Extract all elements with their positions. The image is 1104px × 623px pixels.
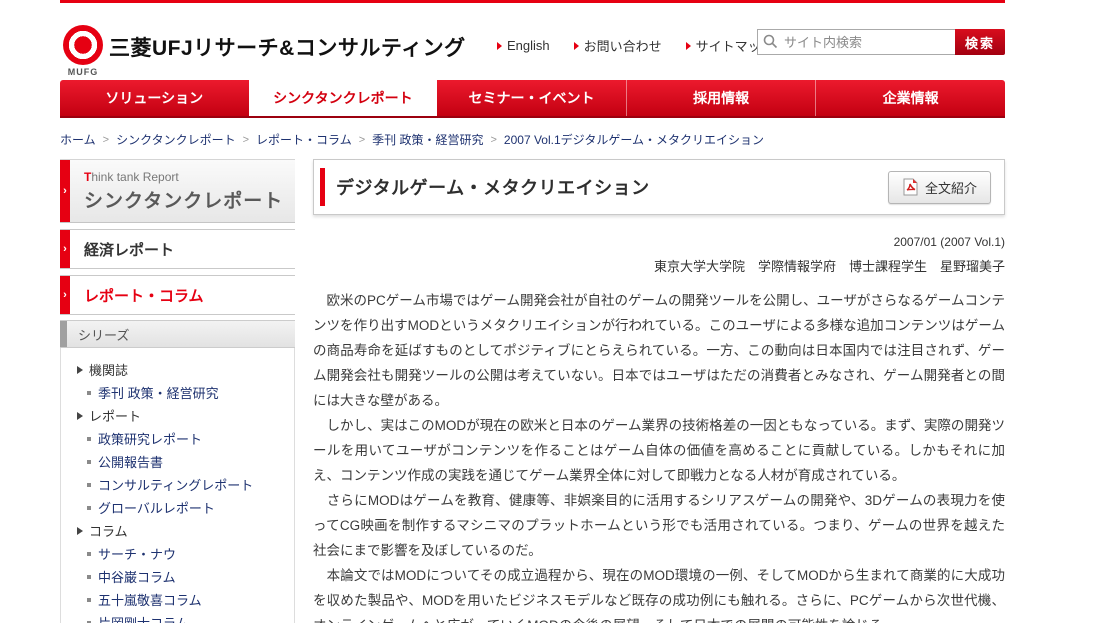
arrow-icon [573, 41, 579, 50]
series-link-label: 政策研究レポート [98, 432, 203, 447]
series-link-label: 季刊 政策・経営研究 [98, 386, 219, 401]
series-heading-bar [60, 321, 67, 347]
breadcrumb-separator: > [102, 133, 110, 146]
bullet-icon [87, 551, 91, 556]
bullet-icon [87, 436, 91, 441]
nav-item-thinktank-report[interactable]: シンクタンクレポート [248, 80, 438, 116]
sidebar-item-label: レポート・コラム [84, 287, 204, 305]
breadcrumb-separator: > [358, 133, 366, 146]
breadcrumb-home[interactable]: ホーム [60, 131, 96, 148]
paragraph: 本論文ではMODについてその成立過程から、現在のMOD環境の一例、そしてMODか… [313, 568, 1005, 623]
series-link-igarashi-column[interactable]: 五十嵐敬喜コラム [61, 588, 294, 611]
article-author: 東京大学大学院 学際情報学府 博士課程学生 星野瑠美子 [653, 259, 1005, 274]
breadcrumb-thinktank[interactable]: シンクタンクレポート [116, 131, 236, 148]
series-link-label: サーチ・ナウ [98, 547, 177, 562]
sidebar-item-label: 経済レポート [84, 241, 175, 259]
sidebar-thinktank-header[interactable]: › Think tank Report シンクタンクレポート [60, 159, 295, 223]
breadcrumb-quarterly[interactable]: 季刊 政策・経営研究 [372, 131, 483, 148]
breadcrumb-separator: > [242, 133, 250, 146]
series-link-label: グローバルレポート [98, 501, 215, 516]
paragraph: 欧米のPCゲーム市場ではゲーム開発会社が自社のゲームの開発ツールを公開し、ユーザ… [313, 293, 1005, 408]
arrow-icon [685, 41, 691, 50]
series-link-label: 片岡剛士コラム [98, 613, 189, 623]
series-link-policy-research[interactable]: 政策研究レポート [61, 427, 294, 450]
series-link-consulting-report[interactable]: コンサルティングレポート [61, 473, 294, 496]
series-link-label: 五十嵐敬喜コラム [98, 593, 202, 608]
sidebar-series-list: 機関誌 季刊 政策・経営研究 レポート 政策研究レポート 公開報告書 コンサルテ… [60, 348, 295, 623]
triangle-icon [77, 526, 83, 535]
thinktank-report-en: Think tank Report [84, 170, 179, 184]
mufg-logo-caption: MUFG [67, 67, 99, 77]
series-link-label: 中谷巌コラム [98, 570, 176, 585]
site-name[interactable]: 三菱UFJリサーチ&コンサルティング [109, 32, 466, 62]
nav-item-seminar-event[interactable]: セミナー・イベント [437, 80, 626, 116]
search-input[interactable] [757, 29, 955, 55]
series-category-column[interactable]: コラム [61, 519, 294, 542]
series-link-global-report[interactable]: グローバルレポート [61, 496, 294, 519]
sidebar-series-heading: シリーズ [60, 320, 295, 348]
search-button[interactable]: 検索 [955, 29, 1005, 55]
bullet-icon [87, 505, 91, 510]
article-body: 欧米のPCゲーム市場ではゲーム開発会社が自社のゲームの開発ツールを公開し、ユーザ… [313, 288, 1005, 623]
site-header: MUFG 三菱UFJリサーチ&コンサルティング English お問い合わせ サ… [60, 3, 1005, 80]
breadcrumb-separator: > [490, 133, 497, 146]
series-link-label: コンサルティングレポート [98, 478, 254, 493]
paragraph: さらにMODはゲームを教育、健康等、非娯楽目的に活用するシリアスゲームの開発や、… [313, 493, 1005, 558]
utility-link-label: お問い合わせ [583, 39, 662, 54]
article-date: 2007/01 (2007 Vol.1) [893, 235, 1005, 249]
bullet-icon [87, 597, 91, 602]
series-category-label: 機関誌 [89, 363, 129, 378]
bullet-icon [87, 574, 91, 579]
title-accent-bar [320, 168, 325, 206]
chevron-right-icon: › [60, 230, 70, 268]
bullet-icon [87, 390, 91, 395]
nav-item-solution[interactable]: ソリューション [60, 80, 249, 116]
fulltext-pdf-button-top[interactable]: 全文紹介 [887, 170, 991, 204]
pdf-icon [903, 178, 918, 196]
breadcrumb-report-column[interactable]: レポート・コラム [256, 131, 352, 148]
bullet-icon [87, 459, 91, 464]
breadcrumb-current: 2007 Vol.1デジタルゲーム・メタクリエイション [503, 133, 765, 147]
fulltext-label: 全文紹介 [924, 180, 977, 196]
article-title-box: デジタルゲーム・メタクリエイション 全文紹介 [313, 159, 1005, 215]
utility-link-label: English [507, 38, 550, 53]
sidebar: › Think tank Report シンクタンクレポート › 経済レポート … [60, 159, 295, 623]
bullet-icon [87, 482, 91, 487]
series-category-kikanshi[interactable]: 機関誌 [61, 358, 294, 381]
search-icon [763, 34, 778, 49]
triangle-icon [77, 365, 83, 374]
utility-link-contact[interactable]: お問い合わせ [573, 36, 662, 55]
breadcrumb: ホーム > シンクタンクレポート > レポート・コラム > 季刊 政策・経営研究… [60, 131, 1005, 148]
triangle-icon [77, 411, 83, 420]
sidebar-item-economic-report[interactable]: › 経済レポート [60, 229, 295, 269]
series-link-quarterly[interactable]: 季刊 政策・経営研究 [61, 381, 294, 404]
series-heading-label: シリーズ [78, 327, 130, 343]
main-content: デジタルゲーム・メタクリエイション 全文紹介 2007/01 (2007 Vol… [313, 159, 1005, 623]
series-link-nakatani-column[interactable]: 中谷巌コラム [61, 565, 294, 588]
series-link-label: 公開報告書 [98, 455, 164, 470]
series-link-public-report[interactable]: 公開報告書 [61, 450, 294, 473]
utility-nav: English お問い合わせ サイトマップ [497, 36, 774, 55]
mufg-logo[interactable]: MUFG [60, 25, 106, 77]
global-nav: ソリューション シンクタンクレポート セミナー・イベント 採用情報 企業情報 [60, 80, 1005, 118]
chevron-right-icon: › [60, 276, 70, 314]
paragraph: しかし、実はこのMODが現在の欧米と日本のゲーム業界の技術格差の一因ともなってい… [313, 418, 1005, 483]
utility-link-english[interactable]: English [497, 36, 550, 55]
sidebar-item-report-column[interactable]: › レポート・コラム [60, 275, 295, 315]
arrow-icon [497, 41, 502, 50]
article-meta: 2007/01 (2007 Vol.1) 東京大学大学院 学際情報学府 博士課程… [313, 235, 1005, 275]
mufg-logo-icon [63, 25, 103, 65]
thinktank-report-ja: シンクタンクレポート [84, 191, 284, 212]
page-title: デジタルゲーム・メタクリエイション [336, 178, 650, 198]
series-category-label: コラム [89, 524, 128, 539]
site-search: 検索 [757, 29, 1005, 55]
nav-item-recruit[interactable]: 採用情報 [625, 80, 816, 116]
series-link-kataoka-column[interactable]: 片岡剛士コラム [61, 611, 294, 623]
series-category-label: レポート [89, 409, 142, 424]
series-category-report[interactable]: レポート [61, 404, 294, 427]
page: MUFG 三菱UFJリサーチ&コンサルティング English お問い合わせ サ… [60, 0, 1005, 623]
series-link-search-now[interactable]: サーチ・ナウ [61, 542, 294, 565]
chevron-right-icon: › [60, 160, 70, 222]
nav-item-corporate[interactable]: 企業情報 [815, 80, 1005, 116]
